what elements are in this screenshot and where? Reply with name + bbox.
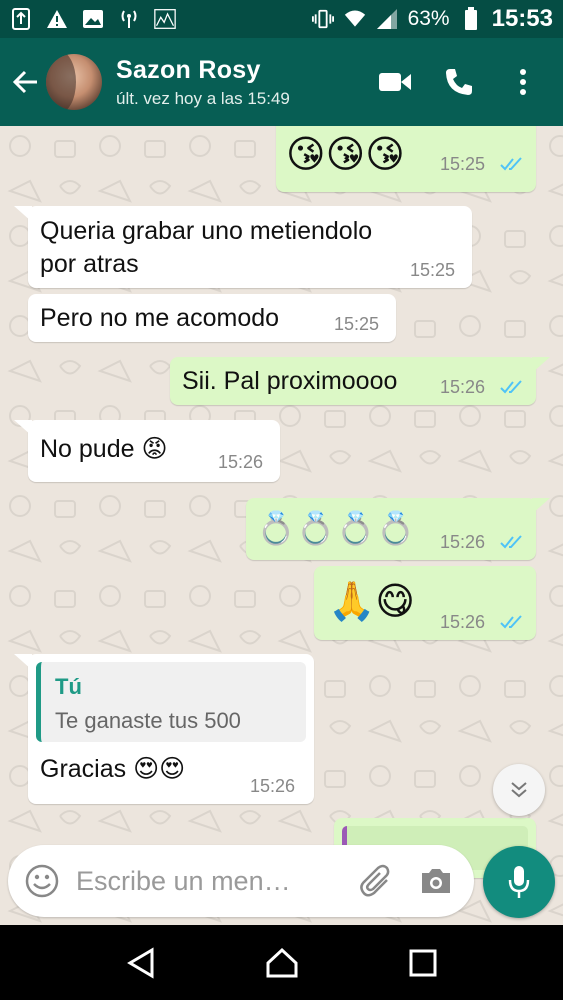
video-call-button[interactable] (377, 64, 413, 100)
avatar[interactable] (46, 54, 102, 110)
message-time: 15:25 (334, 314, 380, 334)
message-text-line-2: por atras (40, 250, 139, 278)
message-text: Pero no me acomodo (40, 304, 280, 332)
message-time: 15:26 (440, 612, 486, 632)
microphone-icon (508, 866, 530, 898)
message-time: 15:26 (218, 452, 264, 472)
status-time: 15:53 (491, 5, 553, 32)
quote-author: Tú (55, 674, 82, 699)
message-text: Gracias 😍😍 (40, 755, 186, 783)
data-icon (154, 8, 176, 30)
home-icon (266, 947, 297, 977)
contact-name: Sazon Rosy (116, 55, 261, 84)
camera-button[interactable] (416, 861, 456, 901)
paperclip-icon (360, 864, 390, 897)
arrow-left-icon (12, 70, 37, 94)
chat-area[interactable]: 😘😘😘 15:25 Queria grabar uno metiendolo p… (0, 126, 563, 925)
usb-debug-icon (10, 8, 32, 30)
back-button[interactable] (4, 38, 48, 126)
vibrate-icon (311, 8, 334, 30)
bubble-tail (14, 420, 32, 436)
bubble-tail (14, 206, 32, 222)
battery-percent: 63% (407, 7, 450, 30)
read-ticks-icon (500, 615, 522, 629)
message-text: 😘😘😘 (286, 132, 405, 176)
nav-home-button[interactable] (258, 939, 306, 987)
read-ticks-icon (500, 157, 522, 171)
signal-tower-icon (118, 8, 140, 30)
message-text: Sii. Pal proximoooo (182, 367, 398, 395)
quote-text: Te ganaste tus 500 (55, 708, 241, 733)
message-time: 15:26 (250, 776, 296, 796)
message-input[interactable]: Escribe un men… (76, 866, 356, 897)
bubble-tail (14, 654, 32, 670)
status-bar: 63% 15:53 (0, 0, 563, 38)
bubble-tail (532, 498, 550, 514)
image-icon (82, 8, 104, 30)
more-icon (520, 69, 526, 95)
voice-call-button[interactable] (441, 64, 477, 100)
message-time: 15:26 (440, 532, 486, 552)
battery-icon (460, 7, 482, 30)
message-bubble-incoming[interactable]: Pero no me acomodo 15:25 (28, 294, 396, 342)
warning-icon (46, 8, 68, 30)
message-time: 15:26 (440, 377, 486, 397)
voice-record-button[interactable] (483, 846, 555, 918)
camera-icon (422, 869, 450, 893)
attach-button[interactable] (356, 861, 396, 901)
emoji-button[interactable] (22, 861, 62, 901)
message-text: No pude 😡 (40, 435, 168, 463)
chat-header: Sazon Rosy últ. vez hoy a las 15:49 (0, 38, 563, 126)
nav-back-button[interactable] (117, 939, 165, 987)
menu-button[interactable] (505, 64, 541, 100)
square-recents-icon (409, 949, 436, 976)
message-bubble-incoming[interactable]: Tú Te ganaste tus 500 Gracias 😍😍 15:26 (28, 654, 314, 804)
message-bubble-outgoing[interactable]: 🙏😋 15:26 (314, 566, 536, 640)
message-text-line-1: Queria grabar uno metiendolo (40, 217, 373, 245)
message-text: 💍💍💍💍 (256, 509, 416, 547)
wifi-icon (344, 8, 366, 30)
message-time: 15:25 (440, 154, 486, 174)
message-bubble-incoming[interactable]: Queria grabar uno metiendolo por atras 1… (28, 206, 472, 288)
message-text: 🙏😋 (328, 579, 415, 623)
double-chevron-down-icon (511, 782, 527, 798)
message-bubble-incoming[interactable]: No pude 😡 15:26 (28, 420, 280, 482)
triangle-back-icon (126, 946, 153, 979)
scroll-down-button[interactable] (493, 764, 545, 816)
read-ticks-icon (500, 380, 522, 394)
bubble-tail (532, 357, 550, 373)
quoted-message[interactable]: Tú Te ganaste tus 500 (36, 662, 306, 742)
smiley-icon (25, 864, 59, 898)
cell-signal-icon (376, 8, 398, 30)
message-composer: Escribe un men… (8, 845, 474, 917)
read-ticks-icon (500, 535, 522, 549)
last-seen: últ. vez hoy a las 15:49 (116, 88, 290, 108)
message-bubble-outgoing[interactable]: Sii. Pal proximoooo 15:26 (170, 357, 536, 405)
phone-icon (446, 69, 472, 95)
message-bubble-outgoing[interactable]: 😘😘😘 15:25 (276, 126, 536, 192)
contact-info[interactable]: Sazon Rosy últ. vez hoy a las 15:49 (116, 56, 290, 109)
video-call-icon (379, 73, 411, 91)
system-nav-bar (0, 925, 563, 1000)
message-bubble-outgoing[interactable]: 💍💍💍💍 15:26 (246, 498, 536, 560)
nav-recents-button[interactable] (399, 939, 447, 987)
message-time: 15:25 (410, 260, 456, 280)
